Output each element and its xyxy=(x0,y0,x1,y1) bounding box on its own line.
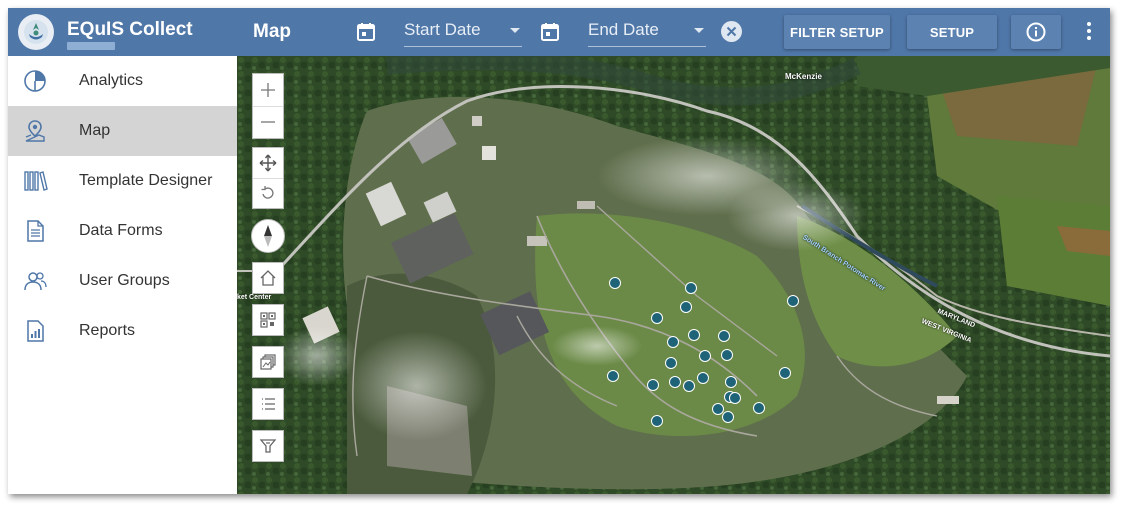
filter-setup-button[interactable]: FILTER SETUP xyxy=(784,15,890,49)
sample-location-marker[interactable] xyxy=(665,357,677,369)
map-label-mckenzie: McKenzie xyxy=(785,72,822,81)
sample-location-marker[interactable] xyxy=(667,336,679,348)
home-button[interactable] xyxy=(252,262,284,294)
sidebar-item-user-groups[interactable]: User Groups xyxy=(8,256,237,306)
sample-location-marker[interactable] xyxy=(651,312,663,324)
sidebar-item-map[interactable]: Map xyxy=(8,106,237,156)
plus-icon xyxy=(261,82,275,97)
layers-button[interactable] xyxy=(252,346,284,378)
sample-location-marker[interactable] xyxy=(718,330,730,342)
app-subtitle-redacted xyxy=(67,42,115,50)
users-icon xyxy=(24,272,47,291)
info-icon xyxy=(1026,22,1046,42)
funnel-icon xyxy=(259,439,277,453)
sidebar-nav: Analytics Map Template Designer Data For… xyxy=(8,56,238,494)
start-date-field[interactable]: Start Date xyxy=(404,16,522,47)
satellite-imagery xyxy=(237,56,1110,494)
zoom-control xyxy=(252,73,284,139)
books-icon xyxy=(24,171,48,191)
chevron-down-icon[interactable] xyxy=(694,28,704,33)
chevron-down-icon[interactable] xyxy=(510,28,520,33)
app-window: EQuIS Collect Map Start Date End Date FI… xyxy=(8,8,1110,494)
start-date-placeholder: Start Date xyxy=(404,20,481,39)
pan-button[interactable] xyxy=(253,148,283,179)
app-title: EQuIS Collect xyxy=(67,19,193,40)
close-icon xyxy=(726,26,737,37)
list-icon xyxy=(262,398,275,410)
sample-location-marker[interactable] xyxy=(787,295,799,307)
sidebar-item-label: Template Designer xyxy=(79,172,213,189)
minus-icon xyxy=(261,121,275,124)
compass-button[interactable] xyxy=(251,219,285,253)
map-pin-icon xyxy=(25,120,45,142)
page-title: Map xyxy=(253,21,291,42)
zoom-in-button[interactable] xyxy=(253,74,283,107)
sample-location-marker[interactable] xyxy=(669,376,681,388)
sample-location-marker[interactable] xyxy=(688,329,700,341)
map-label-site-center: ket Center xyxy=(237,294,272,301)
setup-button[interactable]: SETUP xyxy=(907,15,997,49)
rotate-icon xyxy=(261,186,274,200)
sample-location-marker[interactable] xyxy=(697,372,709,384)
info-button[interactable] xyxy=(1011,15,1061,49)
sidebar-item-label: Data Forms xyxy=(79,222,163,239)
pan-arrows-icon xyxy=(259,154,277,172)
sample-location-marker[interactable] xyxy=(699,350,711,362)
sample-location-marker[interactable] xyxy=(721,349,733,361)
compass-icon xyxy=(264,225,272,247)
zoom-out-button[interactable] xyxy=(253,107,283,138)
sidebar-item-data-forms[interactable]: Data Forms xyxy=(8,206,237,256)
sidebar-item-reports[interactable]: Reports xyxy=(8,306,237,356)
sidebar-item-label: User Groups xyxy=(79,272,170,289)
sample-location-marker[interactable] xyxy=(725,376,737,388)
layers-icon xyxy=(260,354,276,370)
sidebar-item-template-designer[interactable]: Template Designer xyxy=(8,156,237,206)
navigation-control xyxy=(252,147,284,209)
clear-dates-button[interactable] xyxy=(721,21,742,42)
sample-location-marker[interactable] xyxy=(609,277,621,289)
qr-extent-icon xyxy=(260,312,276,328)
home-icon xyxy=(260,270,276,286)
sample-location-marker[interactable] xyxy=(729,392,741,404)
end-date-field[interactable]: End Date xyxy=(588,16,706,47)
sidebar-item-label: Map xyxy=(79,122,111,139)
rotate-button[interactable] xyxy=(253,179,283,208)
sample-location-marker[interactable] xyxy=(685,282,697,294)
sidebar-item-label: Reports xyxy=(79,322,136,339)
sample-location-marker[interactable] xyxy=(647,379,659,391)
pie-chart-icon xyxy=(24,70,46,92)
end-date-placeholder: End Date xyxy=(588,20,659,39)
report-icon xyxy=(27,320,44,342)
sample-location-marker[interactable] xyxy=(722,411,734,423)
top-app-bar: EQuIS Collect Map Start Date End Date FI… xyxy=(8,8,1110,56)
sidebar-item-analytics[interactable]: Analytics xyxy=(8,56,237,106)
calendar-icon[interactable] xyxy=(356,22,376,42)
extent-button[interactable] xyxy=(252,304,284,336)
sample-location-marker[interactable] xyxy=(753,402,765,414)
map-view[interactable]: McKenzie South Branch Potomac River MARY… xyxy=(237,56,1110,494)
sample-location-marker[interactable] xyxy=(779,367,791,379)
sample-location-marker[interactable] xyxy=(607,370,619,382)
document-icon xyxy=(27,220,44,242)
sample-location-marker[interactable] xyxy=(683,380,695,392)
app-logo-icon xyxy=(18,14,54,50)
calendar-icon[interactable] xyxy=(540,22,560,42)
legend-button[interactable] xyxy=(252,388,284,420)
sample-location-marker[interactable] xyxy=(680,301,692,313)
sample-location-marker[interactable] xyxy=(651,415,663,427)
sidebar-item-label: Analytics xyxy=(79,72,144,89)
filter-button[interactable] xyxy=(252,430,284,462)
more-options-icon[interactable] xyxy=(1086,22,1092,42)
